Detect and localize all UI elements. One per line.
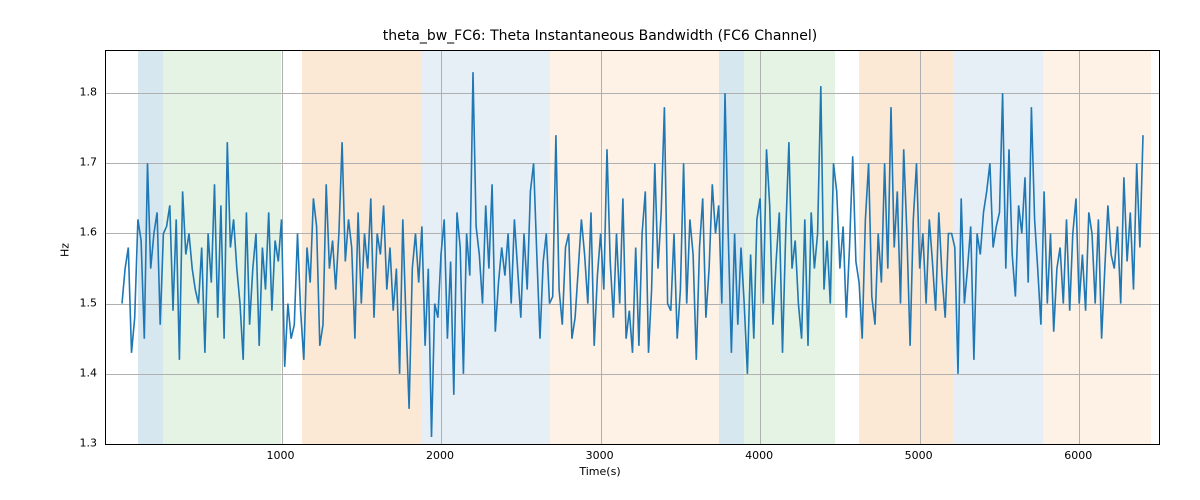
plot-area <box>105 50 1160 445</box>
x-tick-label: 3000 <box>586 449 614 462</box>
chart-title: theta_bw_FC6: Theta Instantaneous Bandwi… <box>0 28 1200 44</box>
series-line <box>106 51 1159 444</box>
x-tick-label: 4000 <box>745 449 773 462</box>
gridline-horizontal <box>106 444 1159 445</box>
y-axis-label: Hz <box>59 243 72 257</box>
y-tick-label: 1.4 <box>67 366 97 379</box>
y-tick-label: 1.7 <box>67 156 97 169</box>
y-tick-label: 1.3 <box>67 437 97 450</box>
x-tick-label: 6000 <box>1064 449 1092 462</box>
x-axis-label: Time(s) <box>0 465 1200 478</box>
x-tick-label: 5000 <box>905 449 933 462</box>
x-tick-label: 1000 <box>267 449 295 462</box>
y-tick-label: 1.6 <box>67 226 97 239</box>
chart-container: theta_bw_FC6: Theta Instantaneous Bandwi… <box>0 0 1200 500</box>
y-tick-label: 1.5 <box>67 296 97 309</box>
y-tick-label: 1.8 <box>67 86 97 99</box>
x-tick-label: 2000 <box>426 449 454 462</box>
